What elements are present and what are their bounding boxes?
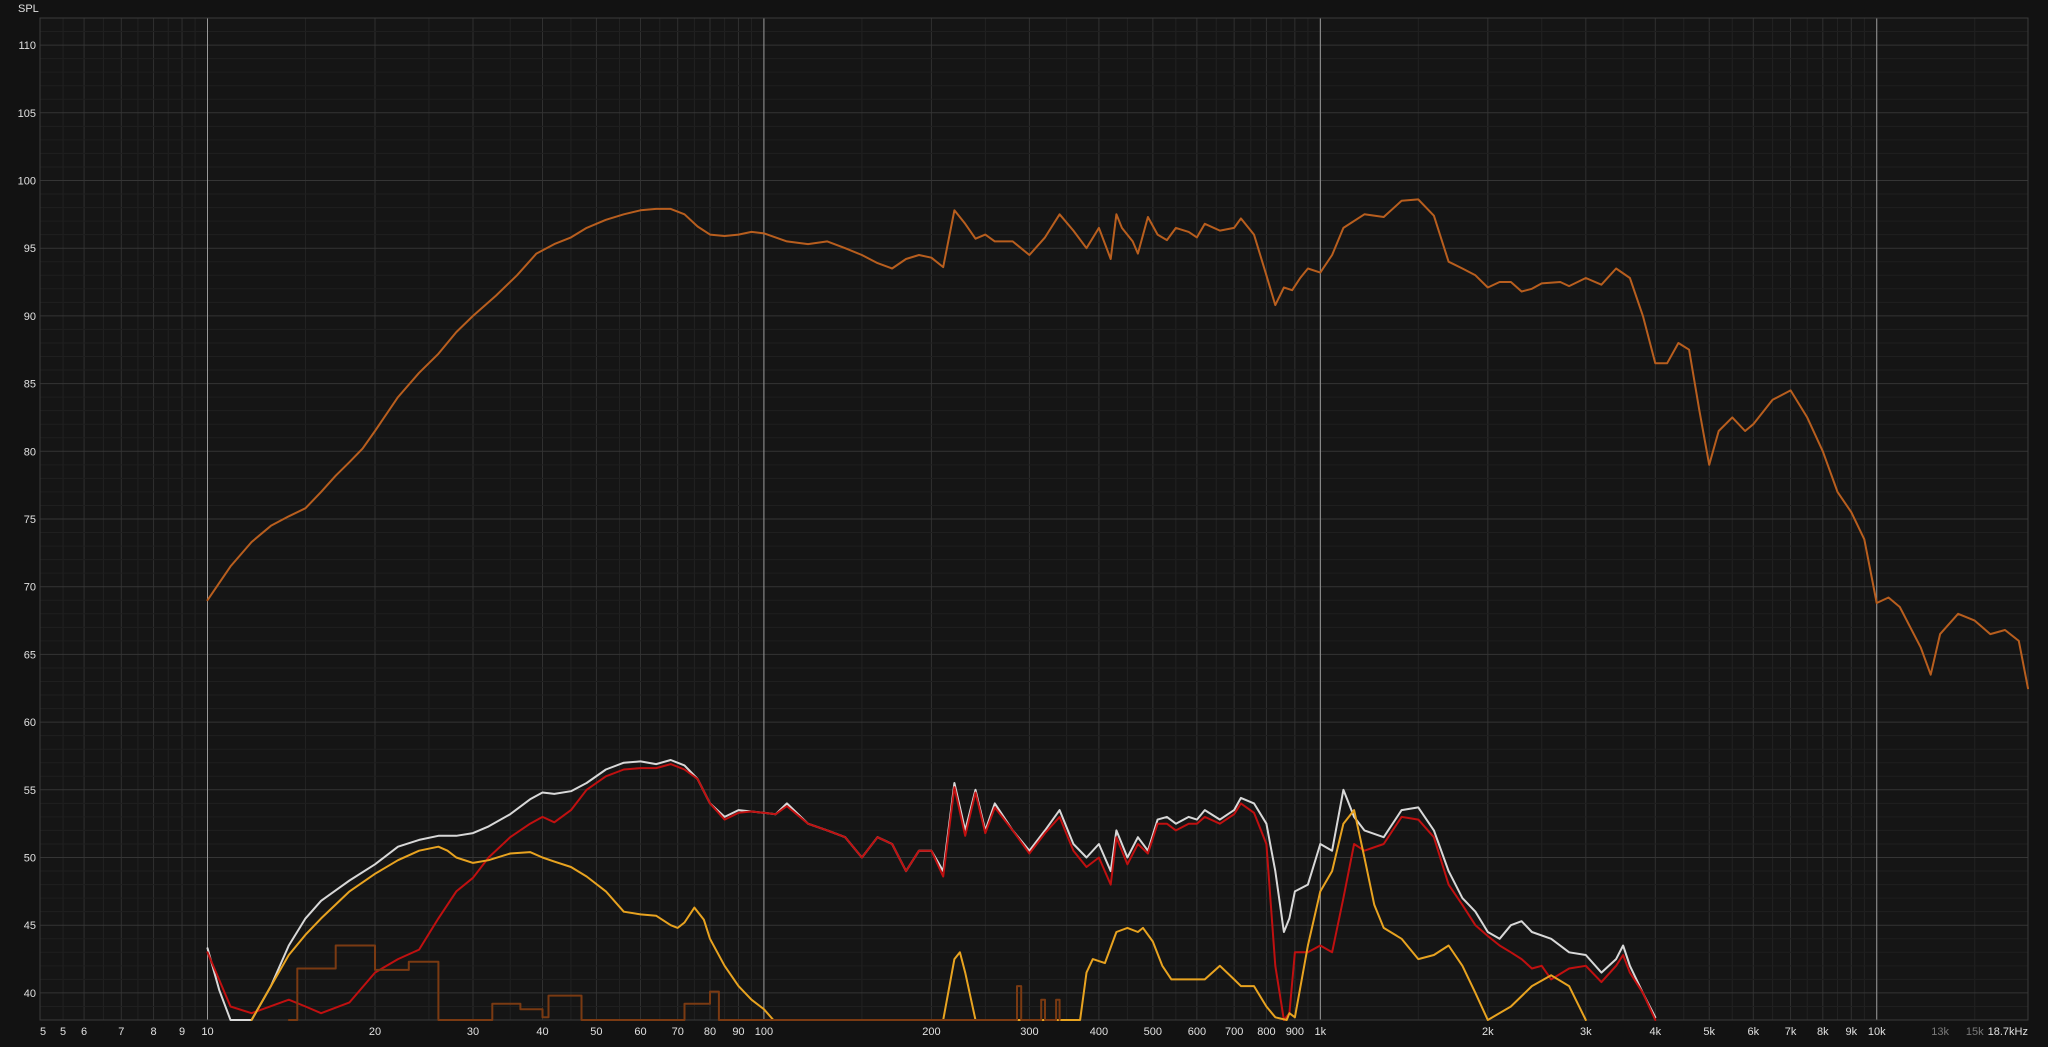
y-tick-label: 90 — [24, 311, 36, 323]
x-tick-label: 90 — [732, 1026, 744, 1038]
x-tick-label: 100 — [755, 1026, 773, 1038]
x-tick-label: 7k — [1785, 1026, 1797, 1038]
frequency-response-chart: 5 5 6 7 8 9 10 20 30 40 50 60 70 80 90 100 200 300 400 500 6… — [0, 0, 2048, 1042]
y-tick-label: 110 — [18, 40, 36, 52]
y-tick-label: 40 — [24, 988, 36, 1000]
x-tick-label: 200 — [922, 1026, 940, 1038]
x-tick-label: 6 — [81, 1026, 87, 1038]
y-tick-label: 75 — [24, 514, 36, 526]
chart-canvas: 5 5 6 7 8 9 10 20 30 40 50 60 70 80 90 100 200 300 400 500 6… — [0, 0, 2048, 1042]
y-tick-label: 45 — [24, 920, 36, 932]
x-tick-label: 20 — [369, 1026, 381, 1038]
x-tick-label: 1k — [1315, 1026, 1327, 1038]
x-tick-label: 7 — [118, 1026, 124, 1038]
x-tick-label: 50 — [590, 1026, 602, 1038]
x-tick-label: 8 — [151, 1026, 157, 1038]
x-tick-label: 60 — [634, 1026, 646, 1038]
x-tick-label: 5 — [40, 1026, 46, 1038]
y-tick-label: 100 — [18, 175, 36, 187]
x-tick-label: 5 — [60, 1026, 66, 1038]
y-tick-label: 50 — [24, 853, 36, 865]
x-tick-label: 15k — [1966, 1026, 1984, 1038]
x-tick-label: 30 — [467, 1026, 479, 1038]
x-tick-label: 4k — [1650, 1026, 1662, 1038]
x-tick-label: 18.7kHz — [1988, 1026, 2028, 1038]
x-tick-label: 40 — [536, 1026, 548, 1038]
x-tick-label: 13k — [1931, 1026, 1949, 1038]
y-tick-label: 70 — [24, 582, 36, 594]
x-tick-label: 700 — [1225, 1026, 1243, 1038]
x-tick-label: 3k — [1580, 1026, 1592, 1038]
x-tick-label: 80 — [704, 1026, 716, 1038]
x-tick-label: 300 — [1020, 1026, 1038, 1038]
x-tick-label: 9 — [179, 1026, 185, 1038]
y-tick-label: 105 — [18, 108, 36, 120]
x-tick-label: 600 — [1188, 1026, 1206, 1038]
x-tick-label: 900 — [1286, 1026, 1304, 1038]
x-tick-label: 800 — [1257, 1026, 1275, 1038]
x-tick-label: 2k — [1482, 1026, 1494, 1038]
y-tick-label: 80 — [24, 446, 36, 458]
y-tick-label: 85 — [24, 379, 36, 391]
x-tick-label: 70 — [672, 1026, 684, 1038]
x-tick-label: 400 — [1090, 1026, 1108, 1038]
x-tick-label: 9k — [1845, 1026, 1857, 1038]
x-tick-label: 5k — [1703, 1026, 1715, 1038]
x-tick-label: 10 — [201, 1026, 213, 1038]
y-tick-label: 95 — [24, 243, 36, 255]
x-tick-label: 8k — [1817, 1026, 1829, 1038]
x-tick-label: 500 — [1144, 1026, 1162, 1038]
x-tick-label: 10k — [1868, 1026, 1886, 1038]
y-tick-label: 60 — [24, 717, 36, 729]
y-tick-label: 55 — [24, 785, 36, 797]
y-tick-label: 65 — [24, 649, 36, 661]
y-axis-title: SPL — [18, 3, 39, 15]
x-tick-label: 6k — [1747, 1026, 1759, 1038]
